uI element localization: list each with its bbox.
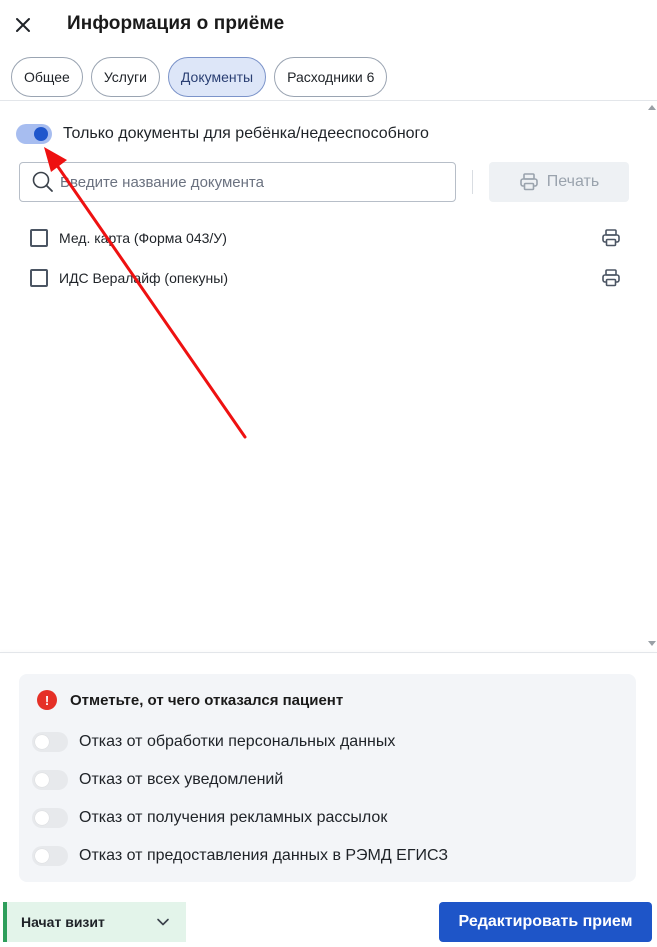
- toggle-knob: [35, 811, 49, 825]
- scroll-down-arrow-icon[interactable]: [648, 641, 656, 646]
- toggle-knob: [35, 735, 49, 749]
- child-documents-toggle-label: Только документы для ребёнка/недееспособ…: [63, 125, 429, 142]
- dialog-footer: Начат визит Редактировать прием: [0, 890, 657, 947]
- print-button-label: Печать: [546, 173, 600, 190]
- print-button[interactable]: Печать: [489, 162, 629, 202]
- refusal-item: Отказ от получения рекламных рассылок: [32, 808, 387, 828]
- section-divider: [0, 652, 657, 653]
- printer-icon: [602, 229, 620, 247]
- visit-status-select[interactable]: Начат визит: [3, 902, 186, 942]
- scrollbar[interactable]: [648, 101, 657, 651]
- refusal-toggle-personal-data[interactable]: [32, 732, 68, 752]
- document-print-button[interactable]: [600, 227, 622, 249]
- tab-general[interactable]: Общее: [11, 57, 83, 97]
- refusal-label: Отказ от обработки персональных данных: [79, 733, 396, 750]
- toolbar-separator: [472, 170, 473, 194]
- document-checkbox[interactable]: [30, 269, 48, 287]
- visit-status-value: Начат визит: [21, 914, 105, 930]
- scroll-up-arrow-icon[interactable]: [648, 105, 656, 110]
- close-button[interactable]: [10, 12, 36, 38]
- document-label: ИДС Вералайф (опекуны): [59, 270, 228, 286]
- dialog-header: Информация о приёме: [0, 0, 657, 52]
- toggle-knob: [34, 127, 48, 141]
- edit-visit-button[interactable]: Редактировать прием: [439, 902, 652, 942]
- tab-bar: Общее Услуги Документы Расходники 6: [11, 57, 388, 97]
- document-search[interactable]: [19, 162, 456, 202]
- search-icon: [32, 171, 53, 192]
- tab-services[interactable]: Услуги: [90, 57, 160, 97]
- document-item: ИДС Вералайф (опекуны): [30, 262, 622, 294]
- refusal-title: Отметьте, от чего отказался пациент: [70, 691, 344, 709]
- alert-icon: !: [37, 690, 57, 710]
- page-title: Информация о приёме: [67, 13, 285, 34]
- tab-consumables[interactable]: Расходники 6: [274, 57, 388, 97]
- refusal-item: Отказ от всех уведомлений: [32, 770, 283, 790]
- tab-documents[interactable]: Документы: [167, 57, 267, 97]
- refusal-label: Отказ от всех уведомлений: [79, 771, 284, 788]
- refusal-toggle-advertising[interactable]: [32, 808, 68, 828]
- toggle-knob: [35, 773, 49, 787]
- document-search-input[interactable]: [60, 173, 440, 191]
- refusal-label: Отказ от предоставления данных в РЭМД ЕГ…: [79, 847, 449, 864]
- document-label: Мед. карта (Форма 043/У): [59, 230, 227, 246]
- refusal-toggle-notifications[interactable]: [32, 770, 68, 790]
- child-documents-toggle[interactable]: [16, 124, 52, 144]
- toggle-knob: [35, 849, 49, 863]
- refusal-label: Отказ от получения рекламных рассылок: [79, 809, 388, 826]
- refusal-item: Отказ от предоставления данных в РЭМД ЕГ…: [32, 846, 448, 866]
- document-item: Мед. карта (Форма 043/У): [30, 222, 622, 254]
- close-icon[interactable]: [15, 17, 31, 33]
- patient-refusal-card: ! Отметьте, от чего отказался пациент От…: [19, 674, 636, 882]
- refusal-item: Отказ от обработки персональных данных: [32, 732, 395, 752]
- child-documents-filter: Только документы для ребёнка/недееспособ…: [16, 124, 429, 144]
- document-print-button[interactable]: [600, 267, 622, 289]
- refusal-header: ! Отметьте, от чего отказался пациент: [37, 690, 343, 710]
- refusal-toggle-remd-egisz[interactable]: [32, 846, 68, 866]
- document-checkbox[interactable]: [30, 229, 48, 247]
- chevron-down-icon: [157, 918, 169, 926]
- printer-icon: [602, 269, 620, 287]
- printer-icon: [519, 173, 538, 191]
